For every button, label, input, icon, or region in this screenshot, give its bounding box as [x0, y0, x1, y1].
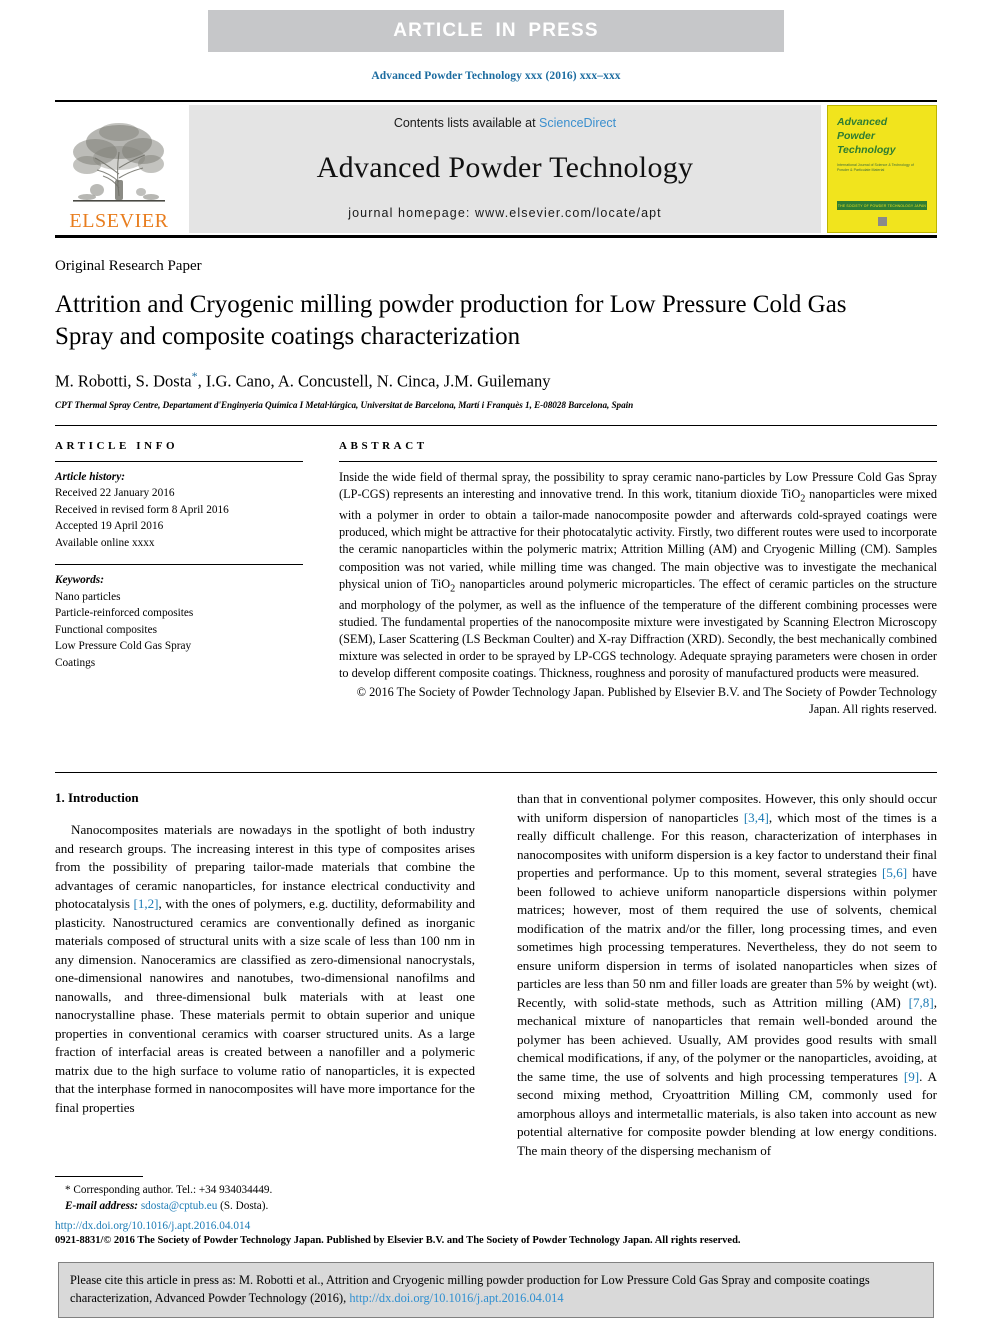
- journal-title: Advanced Powder Technology: [316, 151, 694, 184]
- body-separator-rule: [55, 772, 937, 773]
- keywords-group: Keywords: Nano particles Particle-reinfo…: [55, 572, 303, 671]
- article-in-press-label: ARTICLE IN PRESS: [393, 20, 599, 41]
- keyword-item: Functional composites: [55, 623, 157, 636]
- issn-copyright-line: 0921-8831/© 2016 The Society of Powder T…: [55, 1235, 741, 1247]
- cite-doi-link[interactable]: http://dx.doi.org/10.1016/j.apt.2016.04.…: [349, 1291, 563, 1305]
- article-info-heading: ARTICLE INFO: [55, 440, 179, 452]
- cover-society-bar: THE SOCIETY OF POWDER TECHNOLOGY JAPAN: [837, 201, 927, 210]
- cover-title: Advanced Powder Technology: [837, 116, 927, 158]
- history-item: Available online xxxx: [55, 536, 155, 549]
- history-item: Received in revised form 8 April 2016: [55, 503, 229, 516]
- journal-homepage-link[interactable]: journal homepage: www.elsevier.com/locat…: [348, 206, 662, 220]
- masthead-center-panel: Contents lists available at ScienceDirec…: [189, 105, 821, 233]
- body-column-right: than that in conventional polymer compos…: [517, 790, 937, 1160]
- cover-publisher-mark: [828, 217, 936, 227]
- keyword-item: Particle-reinforced composites: [55, 607, 194, 620]
- body-column-left: 1. Introduction Nanocomposites materials…: [55, 790, 475, 1160]
- doi-link[interactable]: http://dx.doi.org/10.1016/j.apt.2016.04.…: [55, 1219, 937, 1234]
- email-owner: (S. Dosta).: [220, 1200, 269, 1213]
- elsevier-wordmark: ELSEVIER: [69, 210, 169, 232]
- abstract-copyright: © 2016 The Society of Powder Technology …: [356, 684, 937, 716]
- cover-title-line-3: Technology: [837, 143, 896, 156]
- paper-type-label: Original Research Paper: [55, 258, 202, 274]
- cite-this-article-box: Please cite this article in press as: M.…: [58, 1262, 934, 1319]
- elsevier-logo: ELSEVIER: [55, 105, 183, 233]
- footnote-block: * Corresponding author. Tel.: +34 934034…: [55, 1176, 475, 1214]
- introduction-paragraph-left: Nanocomposites materials are nowadays in…: [55, 822, 475, 1115]
- page-title: Attrition and Cryogenic milling powder p…: [55, 291, 847, 350]
- title-block: Original Research Paper Attrition and Cr…: [55, 258, 937, 410]
- abstract-column: ABSTRACT Inside the wide field of therma…: [339, 440, 937, 718]
- article-info-column: ARTICLE INFO Article history: Received 2…: [55, 440, 303, 718]
- elsevier-tree-icon: [73, 123, 165, 202]
- masthead-bottom-rule: [55, 235, 937, 238]
- abstract-rule: [339, 461, 937, 462]
- info-abstract-region: ARTICLE INFO Article history: Received 2…: [55, 425, 937, 718]
- contents-list-line: Contents lists available at ScienceDirec…: [394, 116, 616, 130]
- keyword-item: Coatings: [55, 656, 96, 669]
- footnote-marker: *: [65, 1184, 71, 1196]
- masthead-top-rule: [55, 100, 937, 102]
- cite-text: Please cite this article in press as: M.…: [70, 1272, 922, 1307]
- article-info-rule: [55, 461, 303, 462]
- cover-title-line-2: Powder: [837, 129, 875, 142]
- keyword-item: Nano particles: [55, 590, 121, 603]
- article-in-press-banner: ARTICLE IN PRESS: [208, 10, 784, 52]
- journal-running-head: Advanced Powder Technology xxx (2016) xx…: [371, 70, 621, 82]
- cover-title-line-1: Advanced: [837, 116, 888, 128]
- history-item: Accepted 19 April 2016: [55, 520, 164, 533]
- email-link[interactable]: sdosta@cptub.eu: [141, 1200, 217, 1212]
- corresponding-author-note: * Corresponding author. Tel.: +34 934034…: [55, 1182, 475, 1198]
- keywords-label: Keywords:: [55, 574, 104, 587]
- article-history-label: Article history:: [55, 471, 125, 483]
- sciencedirect-link[interactable]: ScienceDirect: [539, 116, 616, 130]
- contents-prefix: Contents lists available at: [393, 116, 540, 130]
- keyword-item: Low Pressure Cold Gas Spray: [55, 640, 192, 653]
- section-heading-introduction: 1. Introduction: [55, 790, 139, 805]
- body-columns: 1. Introduction Nanocomposites materials…: [55, 790, 937, 1160]
- keywords-rule: [55, 564, 303, 566]
- abstract-heading: ABSTRACT: [339, 440, 428, 452]
- journal-masthead: ELSEVIER Contents lists available at Sci…: [55, 100, 937, 238]
- authors-suffix: , I.G. Cano, A. Concustell, N. Cinca, J.…: [197, 371, 551, 391]
- imprint-block: http://dx.doi.org/10.1016/j.apt.2016.04.…: [55, 1219, 937, 1248]
- authors-prefix: M. Robotti, S. Dosta: [55, 371, 192, 391]
- cover-publisher-box-icon: [877, 217, 887, 226]
- introduction-paragraph-right: than that in conventional polymer compos…: [517, 791, 938, 1158]
- footnote-rule: [55, 1176, 143, 1177]
- author-list: M. Robotti, S. Dosta*, I.G. Cano, A. Con…: [55, 369, 937, 391]
- email-note: E-mail address: sdosta@cptub.eu (S. Dost…: [55, 1198, 475, 1214]
- email-label: E-mail address:: [65, 1200, 139, 1213]
- cover-subtitle: International Journal of Science & Techn…: [837, 162, 914, 172]
- journal-cover-thumbnail: Advanced Powder Technology International…: [827, 105, 937, 233]
- abstract-body: Inside the wide field of thermal spray, …: [339, 470, 938, 681]
- corresponding-author-text: Corresponding author. Tel.: +34 93403444…: [73, 1184, 273, 1196]
- history-item: Received 22 January 2016: [55, 487, 175, 500]
- article-history-group: Article history: Received 22 January 201…: [55, 469, 303, 551]
- author-affiliation: CPT Thermal Spray Centre, Departament d'…: [55, 400, 634, 411]
